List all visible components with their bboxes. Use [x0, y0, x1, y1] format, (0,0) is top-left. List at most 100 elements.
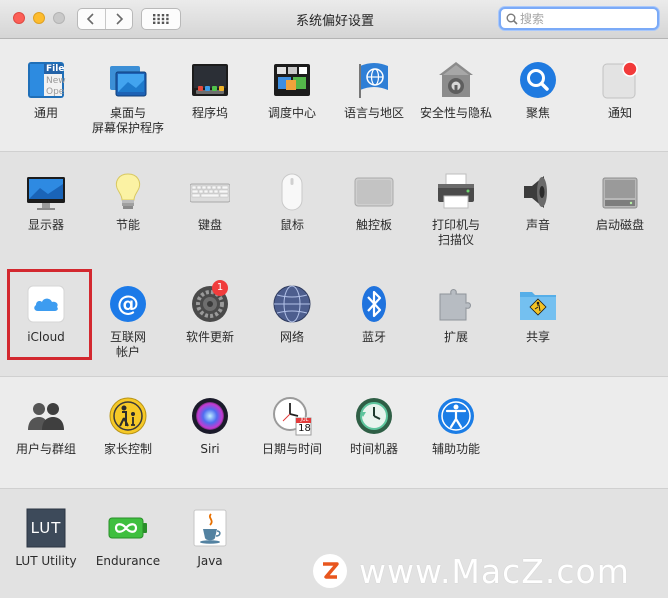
dock-icon	[190, 60, 230, 100]
pane-users-groups[interactable]: 用户与群组	[5, 396, 87, 496]
grid-icon	[153, 14, 169, 24]
mouse-icon	[272, 172, 312, 212]
pane-label: Java	[197, 554, 223, 568]
date-time-icon: JUL 18	[272, 396, 312, 436]
pane-general[interactable]: File New Ope 通用	[5, 60, 87, 160]
search-field[interactable]	[499, 7, 659, 30]
minimize-button[interactable]	[33, 12, 45, 24]
toolbar: 系统偏好设置	[0, 0, 668, 39]
java-icon	[190, 508, 230, 548]
pane-mouse[interactable]: 鼠标	[251, 172, 333, 272]
back-button[interactable]	[78, 9, 105, 29]
pane-network[interactable]: 网络	[251, 284, 333, 384]
endurance-icon	[108, 508, 148, 548]
pane-java[interactable]: Java	[169, 508, 251, 598]
desktop-screensaver-icon	[108, 60, 148, 100]
pane-label: 用户与群组	[15, 442, 76, 456]
pane-sharing[interactable]: 共享	[497, 284, 579, 384]
pane-label: 网络	[279, 330, 304, 344]
keyboard-icon	[189, 172, 231, 212]
forward-button[interactable]	[104, 9, 133, 29]
pane-sound[interactable]: 声音	[497, 172, 579, 272]
icloud-highlight-box	[7, 269, 92, 360]
pane-label: 显示器	[27, 218, 64, 232]
pane-language-region[interactable]: 语言与地区	[333, 60, 415, 160]
time-machine-icon	[354, 396, 394, 436]
pane-label: 通用	[33, 106, 58, 120]
watermark: www.MacZ.com	[313, 551, 630, 591]
displays-icon	[26, 172, 66, 212]
pane-label: 键盘	[197, 218, 222, 232]
spotlight-icon	[518, 60, 558, 100]
security-privacy-icon	[436, 60, 476, 100]
software-update-icon: 1	[190, 280, 230, 324]
bluetooth-icon	[354, 284, 394, 324]
pane-label: 节能	[115, 218, 140, 232]
pane-label: 通知	[607, 106, 632, 120]
pane-lut-utility[interactable]: LUT LUT Utility	[5, 508, 87, 598]
lut-icon-text: LUT	[30, 519, 62, 537]
pane-bluetooth[interactable]: 蓝牙	[333, 284, 415, 384]
search-icon	[506, 13, 518, 25]
pane-notifications[interactable]: 通知	[579, 60, 661, 160]
lut-utility-icon: LUT	[26, 508, 66, 548]
pane-trackpad[interactable]: 触控板	[333, 172, 415, 272]
pane-time-machine[interactable]: 时间机器	[333, 396, 415, 496]
pane-startup-disk[interactable]: 启动磁盘	[579, 172, 661, 272]
show-all-button[interactable]	[141, 8, 181, 30]
pane-desktop-screensaver[interactable]: 桌面与 屏幕保护程序	[87, 60, 169, 160]
network-icon	[272, 284, 312, 324]
pane-date-time[interactable]: JUL 18 日期与时间	[251, 396, 333, 496]
close-button[interactable]	[13, 12, 25, 24]
pane-siri[interactable]: Siri	[169, 396, 251, 496]
parental-controls-icon	[108, 396, 148, 436]
search-input[interactable]	[520, 10, 650, 27]
pane-endurance[interactable]: Endurance	[87, 508, 169, 598]
notifications-icon	[600, 60, 640, 100]
pane-label: Siri	[200, 442, 220, 456]
pane-label: 安全性与隐私	[419, 106, 492, 120]
watermark-logo-icon	[313, 554, 347, 588]
watermark-text: www.MacZ.com	[359, 551, 630, 591]
update-badge: 1	[212, 280, 228, 296]
sound-icon	[518, 172, 558, 212]
pane-label: 鼠标	[279, 218, 304, 232]
pane-extensions[interactable]: 扩展	[415, 284, 497, 384]
siri-icon	[190, 396, 230, 436]
general-icon-text-2: New	[46, 76, 66, 86]
pane-spotlight[interactable]: 聚焦	[497, 60, 579, 160]
pane-dock[interactable]: 程序坞	[169, 60, 251, 160]
pane-label: 调度中心	[267, 106, 316, 120]
pane-label: 启动磁盘	[595, 218, 644, 232]
pane-displays[interactable]: 显示器	[5, 172, 87, 272]
general-icon-text-3: Ope	[46, 87, 65, 97]
window-title: 系统偏好设置	[295, 14, 374, 29]
pane-label: 蓝牙	[361, 330, 386, 344]
accessibility-icon	[436, 396, 476, 436]
navigation-buttons	[77, 8, 133, 30]
pane-label: LUT Utility	[15, 554, 77, 568]
pane-accessibility[interactable]: 辅助功能	[415, 396, 497, 496]
calendar-day: 18	[298, 423, 311, 434]
pane-label: 辅助功能	[431, 442, 480, 456]
pane-label: 软件更新	[185, 330, 234, 344]
pane-printers-scanners[interactable]: 打印机与 扫描仪	[415, 172, 497, 272]
pane-parental-controls[interactable]: 家长控制	[87, 396, 169, 496]
general-icon: File New Ope	[26, 60, 66, 100]
zoom-button[interactable]	[53, 12, 65, 24]
pane-internet-accounts[interactable]: @ 互联网 帐户	[87, 284, 169, 384]
pane-label: 日期与时间	[261, 442, 322, 456]
extensions-icon	[436, 284, 476, 324]
chevron-right-icon	[116, 13, 123, 25]
pane-software-update[interactable]: 1 软件更新	[169, 280, 251, 384]
startup-disk-icon	[600, 172, 640, 212]
pane-security-privacy[interactable]: 安全性与隐私	[415, 60, 497, 160]
pane-label: 扩展	[443, 330, 468, 344]
pane-label: 程序坞	[191, 106, 228, 120]
pane-keyboard[interactable]: 键盘	[169, 172, 251, 272]
pane-label: 互联网 帐户	[109, 330, 146, 359]
svg-text:@: @	[117, 292, 139, 317]
system-preferences-window: 系统偏好设置 File New Ope 通用	[0, 0, 668, 598]
pane-energy-saver[interactable]: 节能	[87, 172, 169, 272]
pane-mission-control[interactable]: 调度中心	[251, 60, 333, 160]
